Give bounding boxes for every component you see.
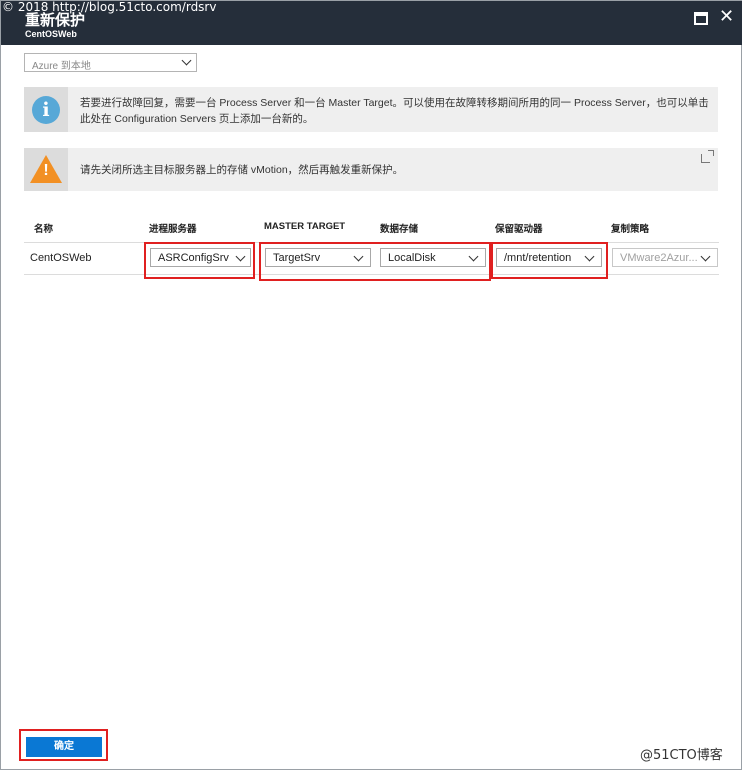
warning-banner: ! 请先关闭所选主目标服务器上的存储 vMotion，然后再触发重新保护。 xyxy=(24,148,718,191)
highlight-retention-drive xyxy=(491,242,608,279)
direction-select-value: Azure 到本地 xyxy=(32,61,91,72)
maximize-icon[interactable] xyxy=(694,12,708,25)
ok-button[interactable]: 确定 xyxy=(26,737,102,757)
brand-watermark: @51CTO博客 xyxy=(640,748,723,763)
vm-name: CentOSWeb xyxy=(30,252,92,264)
header-process-server: 进程服务器 xyxy=(149,224,197,235)
warning-mark: ! xyxy=(43,162,49,179)
header-master-target: MASTER TARGET xyxy=(264,221,346,232)
header-replication-policy: 复制策略 xyxy=(611,224,650,235)
header-datastore: 数据存储 xyxy=(380,224,419,235)
close-icon[interactable]: ✕ xyxy=(719,7,734,27)
replication-policy-value: VMware2Azur... xyxy=(620,252,698,264)
chevron-down-icon xyxy=(700,251,711,262)
watermark: © 2018 http://blog.51cto.com/rdsrv xyxy=(2,0,217,14)
external-link-icon[interactable] xyxy=(701,150,714,163)
direction-select[interactable]: Azure 到本地 xyxy=(24,53,197,72)
info-icon: i xyxy=(32,96,60,124)
warning-banner-text: 请先关闭所选主目标服务器上的存储 vMotion，然后再触发重新保护。 xyxy=(80,164,404,176)
header-retention-drive: 保留驱动器 xyxy=(495,224,543,235)
highlight-target-and-datastore xyxy=(259,242,491,281)
info-banner-text: 若要进行故障回复，需要一台 Process Server 和一台 Master … xyxy=(80,97,709,125)
warning-icon-box: ! xyxy=(24,148,68,191)
chevron-down-icon xyxy=(181,55,192,66)
info-banner[interactable]: i 若要进行故障回复，需要一台 Process Server 和一台 Maste… xyxy=(24,87,718,132)
info-icon-box: i xyxy=(24,87,68,132)
blade-subtitle: CentOSWeb xyxy=(25,29,77,39)
header-name: 名称 xyxy=(34,224,54,235)
highlight-process-server xyxy=(144,242,255,279)
replication-policy-select: VMware2Azur... xyxy=(612,248,718,267)
